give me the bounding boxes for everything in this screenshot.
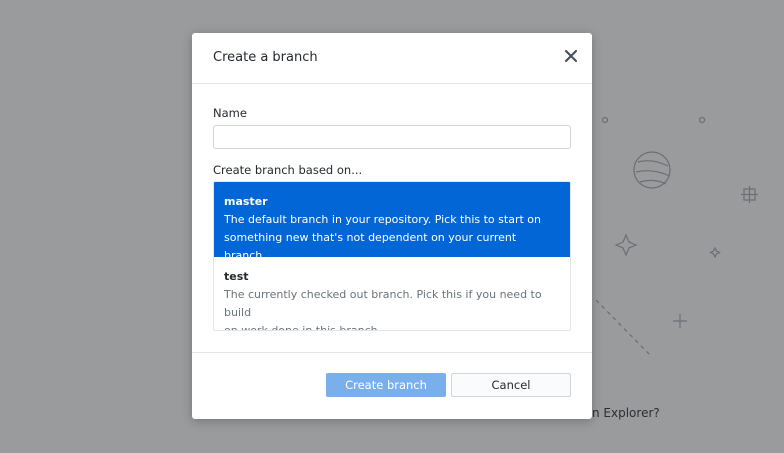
branch-description-line: The default branch in your repository. P… — [224, 213, 541, 226]
create-branch-button[interactable]: Create branch — [326, 373, 446, 397]
branch-option-master[interactable]: master The default branch in your reposi… — [214, 182, 570, 262]
branch-list: master The default branch in your reposi… — [213, 181, 571, 331]
dashed-line — [595, 299, 651, 356]
branch-name-input[interactable] — [213, 125, 571, 149]
star-frame-icon — [741, 186, 758, 203]
planet-icon — [633, 151, 671, 189]
sparkle-small-icon — [709, 246, 721, 259]
create-branch-dialog: Create a branch Name Create branch based… — [192, 33, 592, 419]
branch-description: The currently checked out branch. Pick t… — [224, 286, 560, 331]
dialog-title: Create a branch — [213, 50, 318, 65]
branch-description-line: on work done in this branch. — [224, 324, 382, 331]
dialog-header: Create a branch — [192, 33, 592, 84]
based-on-label: Create branch based on... — [213, 163, 363, 177]
dot-icon — [698, 116, 706, 124]
branch-option-test[interactable]: test The currently checked out branch. P… — [214, 257, 570, 331]
dot-icon — [601, 116, 609, 124]
close-icon — [565, 50, 577, 62]
name-label: Name — [213, 106, 247, 120]
sparkle-icon — [614, 233, 638, 257]
plus-icon — [673, 314, 687, 328]
background-text: n Explorer? — [592, 406, 660, 420]
footer-divider — [192, 352, 592, 353]
cancel-button[interactable]: Cancel — [451, 373, 571, 397]
close-button[interactable] — [562, 47, 580, 65]
branch-name: master — [224, 195, 268, 208]
branch-description-line: The currently checked out branch. Pick t… — [224, 288, 542, 319]
branch-name: test — [224, 270, 249, 283]
